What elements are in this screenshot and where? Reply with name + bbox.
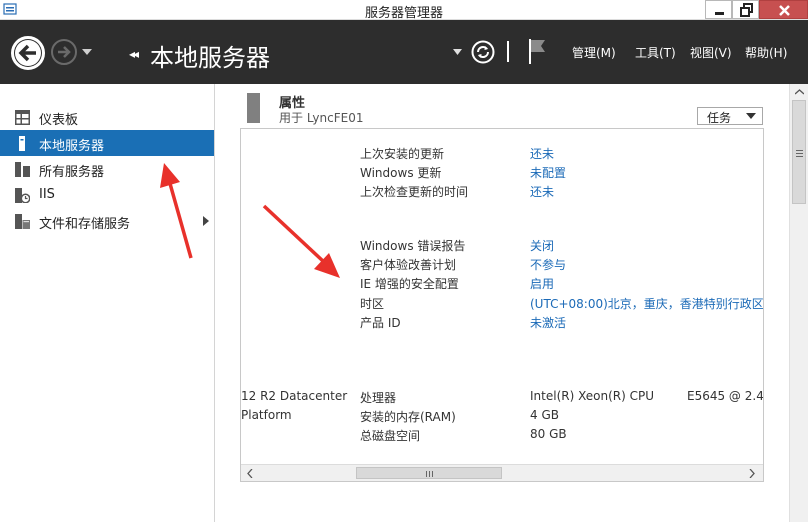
- window-title: 服务器管理器: [364, 6, 443, 21]
- maximize-button[interactable]: [732, 0, 759, 19]
- property-label: 产品 ID: [360, 316, 401, 330]
- grip-icon: [426, 471, 433, 477]
- page-title: 本地服务器: [150, 44, 270, 72]
- property-label: 安装的内存(RAM): [360, 410, 456, 424]
- menu-tools[interactable]: 工具(T): [635, 44, 676, 61]
- scroll-up-icon[interactable]: [795, 89, 804, 95]
- property-row: 上次检查更新的时间 还未: [241, 183, 763, 199]
- menu-help[interactable]: 帮助(H): [745, 44, 787, 61]
- property-label: Windows 更新: [360, 166, 442, 180]
- property-row: 产品 ID 未激活: [241, 314, 763, 330]
- sidebar-item-label: 所有服务器: [39, 165, 105, 180]
- section-subtitle: 用于 LyncFE01: [279, 111, 364, 125]
- breadcrumb-arrows[interactable]: ◂◂: [129, 47, 139, 61]
- sidebar-item-label: 本地服务器: [39, 139, 105, 154]
- close-button[interactable]: [759, 0, 808, 19]
- header-separator: [507, 41, 509, 62]
- property-value: 80 GB: [530, 427, 567, 441]
- back-arrow-icon[interactable]: [10, 35, 46, 71]
- forward-arrow-icon[interactable]: [50, 38, 78, 66]
- property-value-link[interactable]: 还未: [530, 145, 554, 162]
- property-label: 客户体验改善计划: [360, 258, 457, 272]
- property-label: 时区: [360, 297, 385, 311]
- property-value-link[interactable]: 未激活: [530, 314, 566, 331]
- property-value-extra: E5645 @ 2.4: [687, 389, 764, 403]
- tasks-dropdown-button[interactable]: 任务: [697, 107, 763, 125]
- sidebar-item-label: IIS: [39, 187, 55, 202]
- restore-icon: [740, 3, 753, 17]
- breadcrumb-dropdown-icon[interactable]: [453, 49, 462, 56]
- file-storage-icon: [15, 214, 30, 229]
- history-dropdown-icon[interactable]: [82, 48, 92, 56]
- property-row: 处理器 Intel(R) Xeon(R) CPU E5645 @ 2.4: [241, 389, 763, 405]
- properties-panel: 12 R2 Datacenter Platform 上次安装的更新 还未 Win…: [240, 128, 764, 482]
- dashboard-icon: [15, 110, 30, 125]
- minimize-button[interactable]: [705, 0, 732, 19]
- annotation-arrow-ie-config: [262, 204, 340, 278]
- vertical-scroll-thumb[interactable]: [792, 100, 806, 204]
- section-server-icon: [247, 93, 260, 123]
- refresh-icon[interactable]: [471, 40, 495, 64]
- servers-icon: [15, 162, 30, 177]
- property-row: 安装的内存(RAM) 4 GB: [241, 408, 763, 424]
- property-value-link[interactable]: 未配置: [530, 164, 566, 181]
- annotation-arrow-sidebar: [160, 163, 193, 259]
- tasks-label: 任务: [707, 111, 732, 125]
- sidebar-item-local-server[interactable]: 本地服务器: [0, 130, 214, 156]
- iis-icon: [15, 188, 30, 203]
- property-value-link[interactable]: 启用: [530, 275, 554, 292]
- close-icon: [779, 5, 790, 16]
- notifications-flag-icon[interactable]: [527, 38, 547, 64]
- property-value-link[interactable]: 不参与: [530, 256, 566, 273]
- property-row: 上次安装的更新 还未: [241, 145, 763, 161]
- scroll-left-icon[interactable]: [247, 469, 253, 478]
- server-icon: [19, 136, 25, 151]
- property-label: 上次安装的更新: [360, 147, 445, 161]
- property-label: 处理器: [360, 391, 397, 405]
- property-value: Intel(R) Xeon(R) CPU: [530, 389, 655, 403]
- sidebar-item-dashboard[interactable]: 仪表板: [0, 104, 214, 130]
- sidebar: 仪表板 本地服务器 所有服务器 IIS 文件和存储服务: [0, 84, 215, 522]
- menu-manage[interactable]: 管理(M): [572, 44, 616, 61]
- property-row: 总磁盘空间 80 GB: [241, 427, 763, 443]
- property-label: IE 增强的安全配置: [360, 277, 459, 291]
- minimize-icon: [715, 12, 724, 15]
- menu-view[interactable]: 视图(V): [690, 44, 732, 61]
- property-row: Windows 更新 未配置: [241, 164, 763, 180]
- property-value-link[interactable]: (UTC+08:00)北京，重庆，香港特别行政区: [530, 295, 763, 312]
- property-value-link[interactable]: 还未: [530, 183, 554, 200]
- property-label: 上次检查更新的时间: [360, 185, 469, 199]
- header-bar: ◂◂ 本地服务器 管理(M) 工具(T) 视图(V) 帮助(H): [0, 20, 808, 84]
- main-content: 属性 用于 LyncFE01 任务 12 R2 Datacenter Platf…: [216, 84, 808, 522]
- property-value-link[interactable]: 关闭: [530, 237, 554, 254]
- chevron-right-icon[interactable]: [203, 216, 209, 226]
- vertical-scrollbar[interactable]: [789, 84, 808, 522]
- sidebar-item-label: 仪表板: [39, 113, 79, 128]
- horizontal-scroll-thumb[interactable]: [356, 467, 502, 479]
- grip-icon: [796, 150, 803, 157]
- property-label: Windows 错误报告: [360, 239, 466, 253]
- scroll-right-icon[interactable]: [749, 469, 755, 478]
- sidebar-item-label: 文件和存储服务: [39, 217, 131, 232]
- chevron-down-icon: [746, 113, 756, 119]
- horizontal-scrollbar[interactable]: [241, 464, 763, 481]
- property-value: 4 GB: [530, 408, 559, 422]
- property-label: 总磁盘空间: [360, 429, 421, 443]
- title-bar: 服务器管理器: [0, 0, 808, 21]
- property-row: 时区 (UTC+08:00)北京，重庆，香港特别行政区: [241, 295, 763, 311]
